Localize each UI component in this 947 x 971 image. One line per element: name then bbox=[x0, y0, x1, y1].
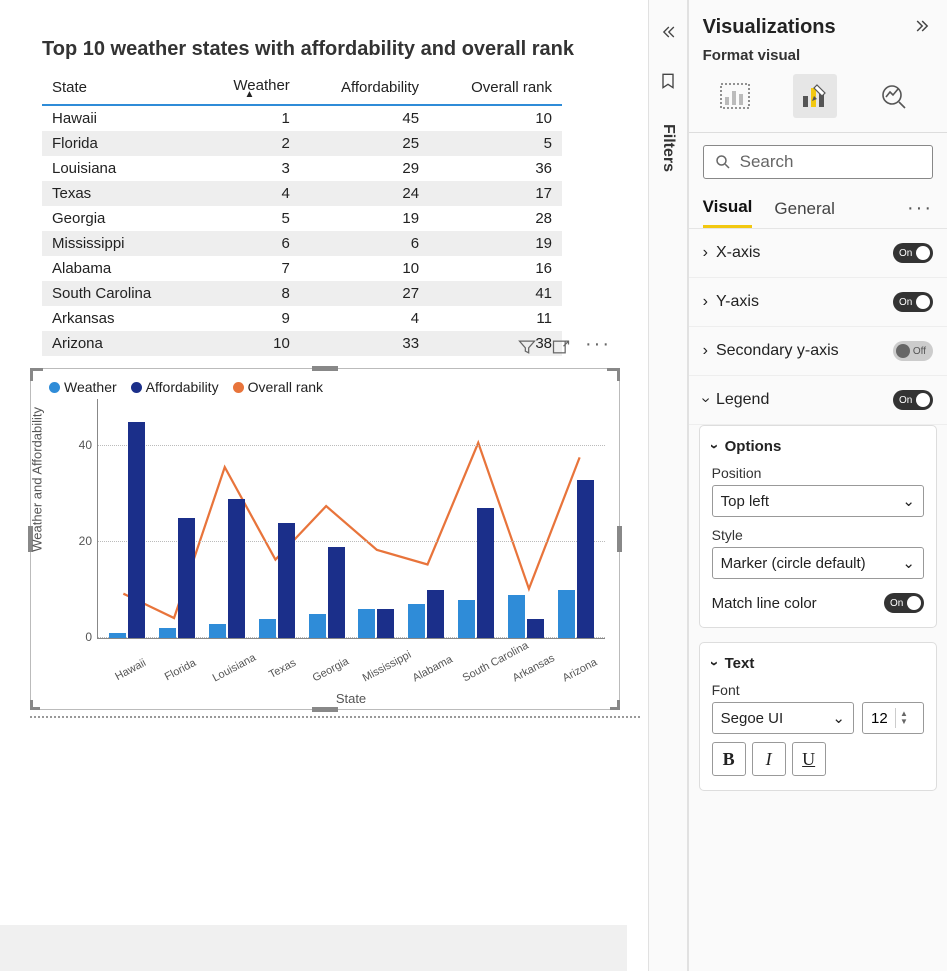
section-secondary-y-axis[interactable]: ›Secondary y-axis Off bbox=[689, 327, 947, 376]
toggle-y-axis[interactable]: On bbox=[893, 292, 933, 312]
font-family-select[interactable]: Segoe UI ⌄ bbox=[712, 702, 854, 734]
visualizations-pane: Visualizations Format visual bbox=[688, 0, 947, 971]
footer-bar bbox=[0, 925, 627, 971]
bold-button[interactable]: B bbox=[712, 742, 746, 776]
table-row[interactable]: Louisiana32936 bbox=[42, 156, 562, 181]
table-row[interactable]: Arizona103338 bbox=[42, 331, 562, 356]
legend-swatch-icon bbox=[49, 382, 60, 393]
legend-swatch-icon bbox=[233, 382, 244, 393]
legend-text-card: ›Text Font Segoe UI ⌄ ▲▼ B I U bbox=[699, 642, 937, 791]
table-row[interactable]: South Carolina82741 bbox=[42, 281, 562, 306]
chevron-right-icon: › bbox=[703, 244, 708, 262]
chevron-down-icon: ⌄ bbox=[902, 554, 915, 572]
y-axis-title: Weather and Affordability bbox=[30, 407, 45, 552]
search-placeholder: Search bbox=[740, 152, 794, 172]
legend-item[interactable]: Affordability bbox=[131, 379, 219, 395]
underline-button[interactable]: U bbox=[792, 742, 826, 776]
section-y-axis[interactable]: ›Y-axis On bbox=[689, 278, 947, 327]
more-options-icon[interactable]: ··· bbox=[907, 197, 933, 220]
toggle-legend[interactable]: On bbox=[893, 390, 933, 410]
bookmark-icon[interactable] bbox=[658, 71, 678, 94]
toggle-x-axis[interactable]: On bbox=[893, 243, 933, 263]
x-tick-label: Hawaii bbox=[111, 655, 152, 684]
x-tick-label: Texas bbox=[261, 655, 302, 684]
more-options-icon[interactable]: ··· bbox=[585, 337, 611, 360]
field-label: Position bbox=[712, 465, 924, 481]
chevron-down-icon: › bbox=[696, 397, 714, 402]
table-row[interactable]: Georgia51928 bbox=[42, 206, 562, 231]
chevron-right-icon: › bbox=[703, 342, 708, 360]
x-tick-label: Arkansas bbox=[511, 655, 552, 684]
chevron-down-icon: › bbox=[706, 661, 723, 666]
x-tick-label: Florida bbox=[161, 655, 202, 684]
chart-plot-area[interactable]: 02040 bbox=[97, 399, 605, 639]
field-label: Match line color bbox=[712, 595, 817, 612]
col-state[interactable]: State bbox=[42, 71, 199, 105]
chevron-down-icon: ⌄ bbox=[902, 492, 915, 510]
legend-options-card: ›Options Position Top left ⌄ Style Marke… bbox=[699, 425, 937, 628]
field-label: Style bbox=[712, 527, 924, 543]
table-row[interactable]: Mississippi6619 bbox=[42, 231, 562, 256]
filters-pane-label: Filters bbox=[659, 124, 677, 172]
filter-icon[interactable] bbox=[517, 337, 537, 360]
section-x-axis[interactable]: ›X-axis On bbox=[689, 229, 947, 278]
chevron-right-icon: › bbox=[703, 293, 708, 311]
col-affordability[interactable]: Affordability bbox=[300, 71, 429, 105]
x-tick-label: Louisiana bbox=[211, 655, 252, 684]
x-tick-label: Georgia bbox=[311, 655, 352, 684]
x-tick-label: Alabama bbox=[411, 655, 452, 684]
section-legend[interactable]: ›Legend On bbox=[689, 376, 947, 425]
page-separator bbox=[30, 716, 640, 718]
tab-visual[interactable]: Visual bbox=[703, 189, 753, 228]
pane-subtitle: Format visual bbox=[689, 43, 947, 74]
chevron-down-icon: ⌄ bbox=[832, 709, 845, 727]
legend-item[interactable]: Overall rank bbox=[233, 379, 323, 395]
x-tick-label: Arizona bbox=[561, 655, 602, 684]
collapsed-filters-pane[interactable]: Filters bbox=[648, 0, 688, 971]
x-axis-title: State bbox=[97, 691, 605, 716]
search-input[interactable]: Search bbox=[703, 145, 933, 179]
table-row[interactable]: Florida2255 bbox=[42, 131, 562, 156]
legend-item[interactable]: Weather bbox=[49, 379, 117, 395]
table-row[interactable]: Alabama71016 bbox=[42, 256, 562, 281]
font-size-stepper[interactable]: ▲▼ bbox=[862, 702, 924, 734]
table-row[interactable]: Hawaii14510 bbox=[42, 105, 562, 131]
toggle-secondary-y-axis[interactable]: Off bbox=[893, 341, 933, 361]
font-size-input[interactable] bbox=[863, 706, 895, 731]
focus-mode-icon[interactable] bbox=[551, 337, 571, 360]
data-table[interactable]: State Weather ▲ Affordability Overall ra… bbox=[42, 71, 562, 356]
tab-general[interactable]: General bbox=[774, 191, 834, 227]
col-overall[interactable]: Overall rank bbox=[429, 71, 562, 105]
analytics-tab[interactable] bbox=[873, 74, 917, 118]
legend-swatch-icon bbox=[131, 382, 142, 393]
x-tick-label: Mississippi bbox=[361, 655, 402, 684]
col-weather[interactable]: Weather ▲ bbox=[199, 71, 300, 105]
pane-title: Visualizations bbox=[703, 16, 836, 39]
expand-pane-icon[interactable] bbox=[658, 22, 678, 45]
resize-handle[interactable] bbox=[312, 366, 338, 371]
field-label: Font bbox=[712, 682, 924, 698]
step-down-icon[interactable]: ▼ bbox=[900, 718, 908, 726]
italic-button[interactable]: I bbox=[752, 742, 786, 776]
chevron-down-icon: › bbox=[706, 444, 723, 449]
chart-visual[interactable]: ··· Weather Affordability Overall rank W… bbox=[30, 368, 620, 710]
legend-style-select[interactable]: Marker (circle default) ⌄ bbox=[712, 547, 924, 579]
legend-position-select[interactable]: Top left ⌄ bbox=[712, 485, 924, 517]
report-title: Top 10 weather states with affordability… bbox=[42, 38, 640, 61]
collapse-pane-icon[interactable] bbox=[913, 16, 933, 39]
table-row[interactable]: Texas42417 bbox=[42, 181, 562, 206]
toggle-match-line-color[interactable]: On bbox=[884, 593, 924, 613]
report-canvas: Top 10 weather states with affordability… bbox=[0, 0, 648, 971]
table-row[interactable]: Arkansas9411 bbox=[42, 306, 562, 331]
chart-legend: Weather Affordability Overall rank bbox=[31, 369, 619, 399]
visual-toolbar: ··· bbox=[511, 333, 617, 364]
build-visual-tab[interactable] bbox=[713, 74, 757, 118]
search-icon bbox=[714, 153, 732, 171]
format-visual-tab[interactable] bbox=[793, 74, 837, 118]
x-tick-label: South Carolina bbox=[461, 655, 502, 684]
